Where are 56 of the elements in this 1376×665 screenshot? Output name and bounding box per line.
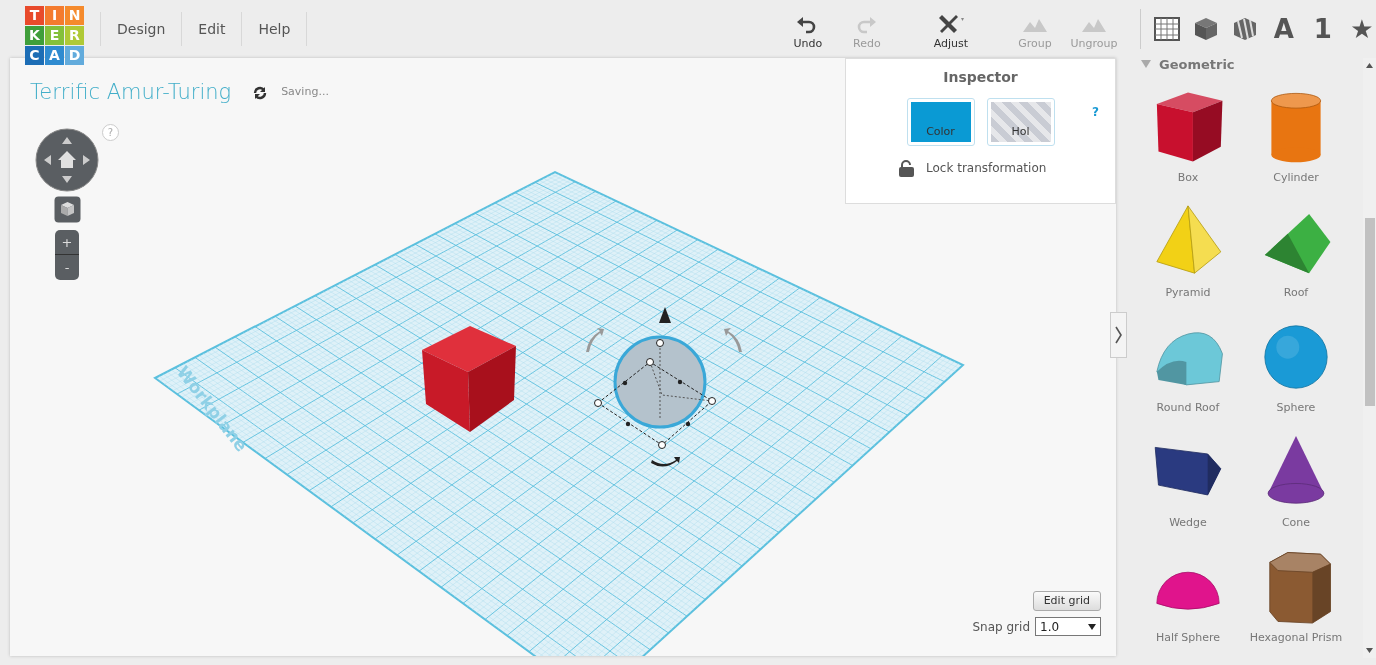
shape-item[interactable]: Cylinder (1242, 78, 1350, 193)
logo-letter: I (45, 6, 64, 25)
menu-item[interactable]: Design (101, 12, 183, 46)
unlocked-padlock-icon[interactable] (899, 159, 914, 177)
shape-item[interactable]: Wedge (1134, 423, 1242, 538)
logo-letter: K (25, 26, 44, 45)
hole-button[interactable]: Hol (986, 98, 1055, 146)
height-handle-icon[interactable] (659, 307, 671, 323)
orbit-control[interactable] (35, 128, 99, 192)
zoom-out-button[interactable]: - (55, 255, 79, 280)
shape-item[interactable]: Pyramid (1134, 193, 1242, 308)
shape-item[interactable]: Cone (1242, 423, 1350, 538)
inspector-help-button[interactable]: ? (1092, 103, 1099, 121)
design-title[interactable]: Terrific Amur-Turing (30, 80, 232, 106)
logo-letter: A (45, 46, 64, 65)
category-header[interactable]: Geometric (1159, 55, 1235, 75)
logo-letter: R (65, 26, 84, 45)
snap-grid-label: Snap grid (972, 618, 1030, 636)
grid-icon (1152, 16, 1181, 42)
logo-letter: C (25, 46, 44, 65)
rotate-handle-icon[interactable] (651, 457, 680, 467)
collapse-panel-button[interactable] (1110, 312, 1127, 358)
hole-sphere-drawing[interactable] (594, 335, 716, 449)
menu-item[interactable]: Edit (182, 12, 243, 46)
zoom-in-button[interactable]: + (55, 230, 79, 255)
menu-item[interactable]: Help (242, 12, 308, 46)
shape-item[interactable]: Half Sphere (1134, 538, 1242, 653)
shape-item[interactable]: Sphere (1242, 308, 1350, 423)
shape-item[interactable]: Round Roof (1134, 308, 1242, 423)
view-button[interactable]: ★ (1342, 16, 1376, 42)
logo-letter: T (25, 6, 44, 25)
rotate-handle-icon[interactable] (586, 328, 604, 352)
view-button[interactable]: 1 (1303, 16, 1343, 42)
view-button[interactable]: A (1264, 16, 1304, 42)
edit-grid-button[interactable]: Edit grid (1032, 590, 1101, 611)
logo-letter: D (65, 46, 84, 65)
rotate-handle-icon[interactable] (724, 328, 742, 352)
toolbar-button[interactable]: Undo (778, 11, 838, 53)
save-status: Saving... (281, 84, 329, 101)
shape-item[interactable]: Roof (1242, 193, 1350, 308)
cube-icon (1192, 16, 1219, 42)
home-view-button[interactable] (54, 196, 81, 223)
logo-letter: N (65, 6, 84, 25)
lock-transformation-label[interactable]: Lock transformation (926, 159, 1047, 177)
toolbar-button[interactable]: Adjust (921, 11, 981, 53)
box-shape[interactable] (422, 326, 516, 432)
inspector-title: Inspector (942, 68, 1019, 87)
help-button[interactable]: ? (102, 124, 119, 141)
caret-icon (1088, 623, 1096, 630)
striped-cube-icon (1231, 16, 1258, 42)
color-button[interactable]: Color (906, 98, 975, 146)
logo-letter: E (45, 26, 64, 45)
refresh-icon[interactable] (253, 85, 268, 100)
shape-item[interactable]: Hexagonal Prism (1242, 538, 1350, 653)
snap-grid-select[interactable]: 1.0 (1035, 617, 1101, 636)
shape-item[interactable]: Box (1134, 78, 1242, 193)
